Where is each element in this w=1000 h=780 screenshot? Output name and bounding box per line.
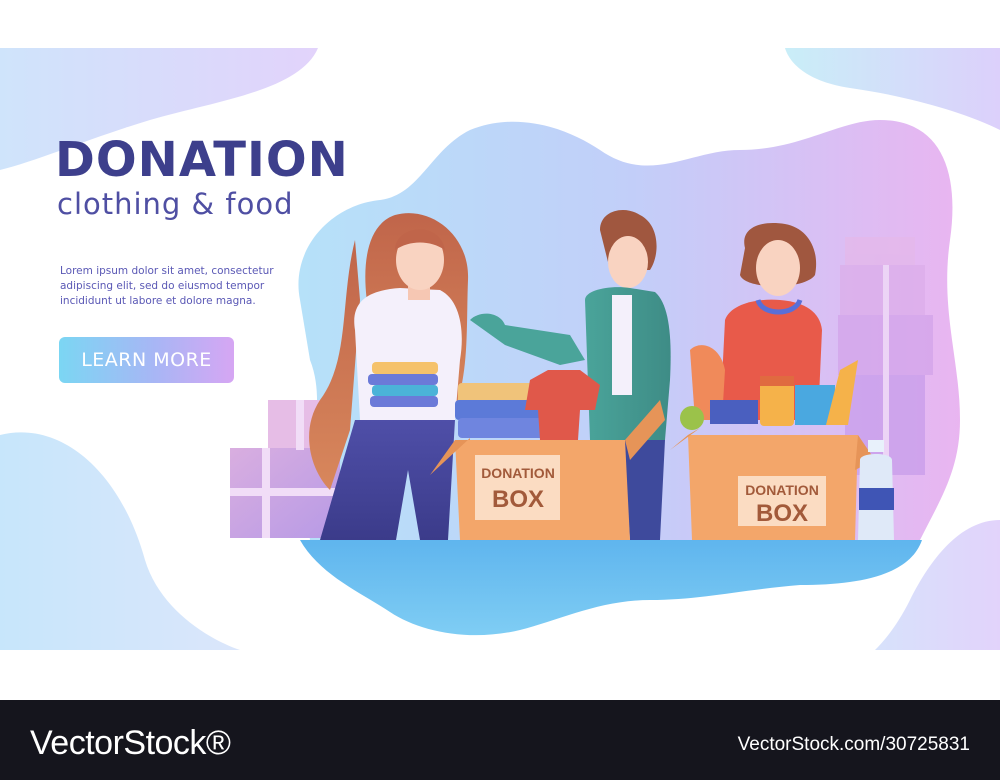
footer-image-id: VectorStock.com/30725831 [737,734,970,755]
floor [300,540,922,636]
hero-title: DONATION [55,132,349,188]
hero-body-line: adipiscing elit, sed do eiusmod tempor [60,280,265,292]
donation-box-left-line2: BOX [492,486,544,513]
donation-box-right-line1: DONATION [745,482,819,498]
hero-body-text: Lorem ipsum dolor sit amet, consectetur … [60,264,290,309]
footer-brand-logo[interactable]: VectorStock® [30,724,231,763]
bg-blob-top-right [785,48,1000,130]
donation-box-right-line2: BOX [756,500,808,527]
footer-bar: VectorStock® VectorStock.com/30725831 [0,700,1000,780]
bg-blob-bottom-left [0,432,240,650]
hero-body-line: incididunt ut labore et dolore magna. [60,295,256,307]
landing-banner: DONATION BOX DONATION BOX DONATION cloth… [0,0,1000,700]
learn-more-button[interactable]: LEARN MORE [59,337,234,383]
hero-subtitle: clothing & food [57,187,294,221]
hero-body-line: Lorem ipsum dolor sit amet, consectetur [60,265,274,277]
donation-box-left-line1: DONATION [481,465,555,481]
